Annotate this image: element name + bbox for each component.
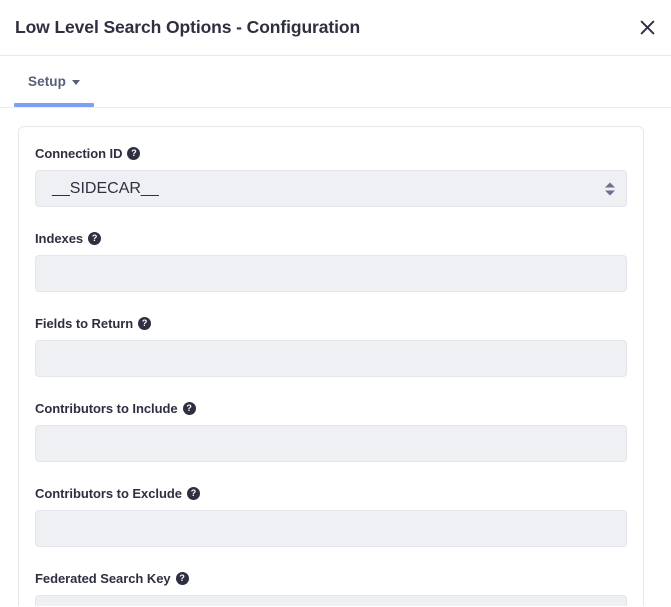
modal-body: Connection ID ? __SIDECAR__ Indexes ? Fi… xyxy=(0,108,671,606)
field-label-text: Contributors to Exclude xyxy=(35,486,182,501)
help-icon[interactable]: ? xyxy=(186,487,200,500)
field-label-text: Contributors to Include xyxy=(35,401,178,416)
field-contributors-to-exclude: Contributors to Exclude ? xyxy=(35,481,627,547)
modal-header: Low Level Search Options - Configuration xyxy=(0,0,671,56)
tab-setup-label: Setup xyxy=(28,74,67,89)
help-icon[interactable]: ? xyxy=(175,572,189,585)
contributors-to-exclude-input[interactable] xyxy=(35,510,627,547)
field-label-text: Connection ID xyxy=(35,146,123,161)
field-federated-search-key: Federated Search Key ? xyxy=(35,566,627,606)
help-icon[interactable]: ? xyxy=(127,147,141,160)
field-label-fields-to-return: Fields to Return ? xyxy=(35,311,627,331)
help-icon[interactable]: ? xyxy=(182,402,196,415)
field-connection-id: Connection ID ? __SIDECAR__ xyxy=(35,141,627,207)
chevron-down-icon xyxy=(72,79,81,85)
indexes-input[interactable] xyxy=(35,255,627,292)
field-label-text: Federated Search Key xyxy=(35,571,171,586)
contributors-to-include-input[interactable] xyxy=(35,425,627,462)
field-label-text: Fields to Return xyxy=(35,316,134,331)
help-icon[interactable]: ? xyxy=(88,232,102,245)
field-indexes: Indexes ? xyxy=(35,226,627,292)
field-label-federated-search-key: Federated Search Key ? xyxy=(35,566,627,586)
fields-to-return-input[interactable] xyxy=(35,340,627,377)
close-icon xyxy=(640,20,655,35)
tab-bar: Setup xyxy=(0,56,671,108)
field-label-connection-id: Connection ID ? xyxy=(35,141,627,161)
federated-search-key-input[interactable] xyxy=(35,595,627,606)
field-label-contributors-to-exclude: Contributors to Exclude ? xyxy=(35,481,627,501)
field-label-text: Indexes xyxy=(35,231,84,246)
help-icon[interactable]: ? xyxy=(138,317,152,330)
field-contributors-to-include: Contributors to Include ? xyxy=(35,396,627,462)
close-button[interactable] xyxy=(634,15,660,41)
connection-id-select[interactable]: __SIDECAR__ xyxy=(35,170,627,207)
field-fields-to-return: Fields to Return ? xyxy=(35,311,627,377)
tab-active-indicator xyxy=(14,103,95,107)
field-label-contributors-to-include: Contributors to Include ? xyxy=(35,396,627,416)
page-title: Low Level Search Options - Configuration xyxy=(15,17,361,37)
configuration-card: Connection ID ? __SIDECAR__ Indexes ? Fi… xyxy=(18,126,644,606)
connection-id-select-wrap: __SIDECAR__ xyxy=(35,170,627,207)
field-label-indexes: Indexes ? xyxy=(35,226,627,246)
tab-setup[interactable]: Setup xyxy=(14,56,95,107)
